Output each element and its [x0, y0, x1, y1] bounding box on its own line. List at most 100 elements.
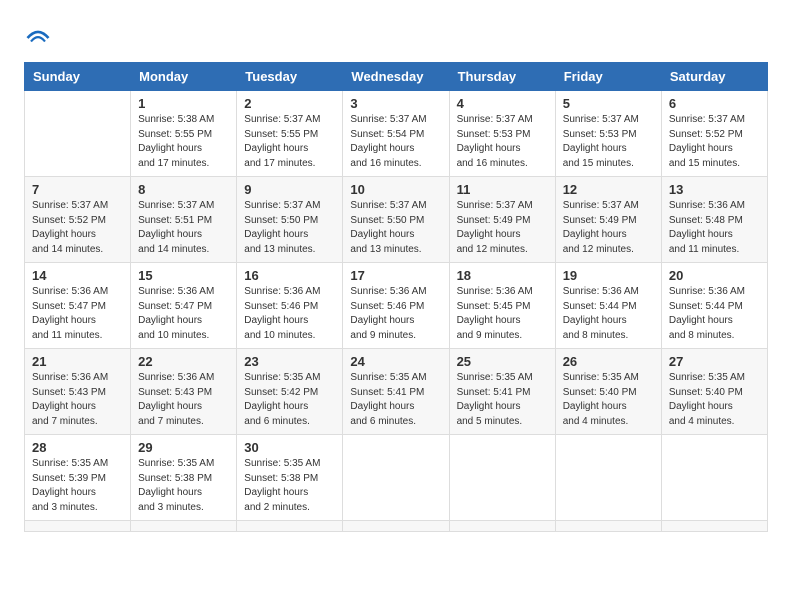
table-row: 19 Sunrise: 5:36 AM Sunset: 5:44 PM Dayl… — [555, 263, 661, 349]
table-row: 30 Sunrise: 5:35 AM Sunset: 5:38 PM Dayl… — [237, 435, 343, 521]
calendar-row: 7 Sunrise: 5:37 AM Sunset: 5:52 PM Dayli… — [25, 177, 768, 263]
table-row: 1 Sunrise: 5:38 AM Sunset: 5:55 PM Dayli… — [131, 91, 237, 177]
day-info: Sunrise: 5:35 AM Sunset: 5:42 PM Dayligh… — [244, 371, 335, 429]
day-info: Sunrise: 5:35 AM Sunset: 5:40 PM Dayligh… — [669, 371, 760, 429]
calendar-table: Sunday Monday Tuesday Wednesday Thursday… — [24, 62, 768, 532]
table-row: 17 Sunrise: 5:36 AM Sunset: 5:46 PM Dayl… — [343, 263, 449, 349]
table-row — [25, 91, 131, 177]
day-number: 13 — [669, 182, 760, 197]
header-sunday: Sunday — [25, 63, 131, 91]
day-number: 9 — [244, 182, 335, 197]
day-number: 12 — [563, 182, 654, 197]
day-number: 4 — [457, 96, 548, 111]
table-row — [661, 521, 767, 532]
day-number: 26 — [563, 354, 654, 369]
calendar-row: 28 Sunrise: 5:35 AM Sunset: 5:39 PM Dayl… — [25, 435, 768, 521]
day-info: Sunrise: 5:36 AM Sunset: 5:46 PM Dayligh… — [350, 285, 441, 343]
day-info: Sunrise: 5:37 AM Sunset: 5:53 PM Dayligh… — [457, 113, 548, 171]
table-row: 4 Sunrise: 5:37 AM Sunset: 5:53 PM Dayli… — [449, 91, 555, 177]
table-row — [25, 521, 131, 532]
day-number: 2 — [244, 96, 335, 111]
header-thursday: Thursday — [449, 63, 555, 91]
table-row: 9 Sunrise: 5:37 AM Sunset: 5:50 PM Dayli… — [237, 177, 343, 263]
day-info: Sunrise: 5:36 AM Sunset: 5:43 PM Dayligh… — [138, 371, 229, 429]
table-row: 14 Sunrise: 5:36 AM Sunset: 5:47 PM Dayl… — [25, 263, 131, 349]
day-number: 3 — [350, 96, 441, 111]
table-row: 24 Sunrise: 5:35 AM Sunset: 5:41 PM Dayl… — [343, 349, 449, 435]
table-row: 2 Sunrise: 5:37 AM Sunset: 5:55 PM Dayli… — [237, 91, 343, 177]
day-info: Sunrise: 5:36 AM Sunset: 5:47 PM Dayligh… — [138, 285, 229, 343]
day-number: 24 — [350, 354, 441, 369]
day-info: Sunrise: 5:36 AM Sunset: 5:44 PM Dayligh… — [563, 285, 654, 343]
day-info: Sunrise: 5:37 AM Sunset: 5:49 PM Dayligh… — [457, 199, 548, 257]
day-info: Sunrise: 5:36 AM Sunset: 5:43 PM Dayligh… — [32, 371, 123, 429]
day-number: 19 — [563, 268, 654, 283]
table-row: 28 Sunrise: 5:35 AM Sunset: 5:39 PM Dayl… — [25, 435, 131, 521]
day-number: 21 — [32, 354, 123, 369]
weekday-header-row: Sunday Monday Tuesday Wednesday Thursday… — [25, 63, 768, 91]
day-number: 11 — [457, 182, 548, 197]
table-row: 22 Sunrise: 5:36 AM Sunset: 5:43 PM Dayl… — [131, 349, 237, 435]
table-row: 29 Sunrise: 5:35 AM Sunset: 5:38 PM Dayl… — [131, 435, 237, 521]
day-number: 10 — [350, 182, 441, 197]
day-number: 22 — [138, 354, 229, 369]
day-number: 23 — [244, 354, 335, 369]
header-friday: Friday — [555, 63, 661, 91]
table-row — [555, 435, 661, 521]
day-info: Sunrise: 5:36 AM Sunset: 5:44 PM Dayligh… — [669, 285, 760, 343]
calendar-row: 21 Sunrise: 5:36 AM Sunset: 5:43 PM Dayl… — [25, 349, 768, 435]
calendar-row: 14 Sunrise: 5:36 AM Sunset: 5:47 PM Dayl… — [25, 263, 768, 349]
day-info: Sunrise: 5:37 AM Sunset: 5:51 PM Dayligh… — [138, 199, 229, 257]
day-info: Sunrise: 5:36 AM Sunset: 5:48 PM Dayligh… — [669, 199, 760, 257]
day-number: 5 — [563, 96, 654, 111]
day-info: Sunrise: 5:37 AM Sunset: 5:50 PM Dayligh… — [244, 199, 335, 257]
day-info: Sunrise: 5:37 AM Sunset: 5:50 PM Dayligh… — [350, 199, 441, 257]
header-monday: Monday — [131, 63, 237, 91]
table-row: 10 Sunrise: 5:37 AM Sunset: 5:50 PM Dayl… — [343, 177, 449, 263]
header — [24, 20, 768, 52]
table-row: 26 Sunrise: 5:35 AM Sunset: 5:40 PM Dayl… — [555, 349, 661, 435]
table-row: 6 Sunrise: 5:37 AM Sunset: 5:52 PM Dayli… — [661, 91, 767, 177]
logo-icon — [24, 24, 52, 52]
day-info: Sunrise: 5:37 AM Sunset: 5:52 PM Dayligh… — [32, 199, 123, 257]
table-row: 7 Sunrise: 5:37 AM Sunset: 5:52 PM Dayli… — [25, 177, 131, 263]
table-row — [449, 435, 555, 521]
table-row: 15 Sunrise: 5:36 AM Sunset: 5:47 PM Dayl… — [131, 263, 237, 349]
table-row: 23 Sunrise: 5:35 AM Sunset: 5:42 PM Dayl… — [237, 349, 343, 435]
header-saturday: Saturday — [661, 63, 767, 91]
day-info: Sunrise: 5:37 AM Sunset: 5:53 PM Dayligh… — [563, 113, 654, 171]
day-number: 1 — [138, 96, 229, 111]
day-number: 15 — [138, 268, 229, 283]
header-tuesday: Tuesday — [237, 63, 343, 91]
day-number: 16 — [244, 268, 335, 283]
table-row: 5 Sunrise: 5:37 AM Sunset: 5:53 PM Dayli… — [555, 91, 661, 177]
day-info: Sunrise: 5:35 AM Sunset: 5:39 PM Dayligh… — [32, 457, 123, 515]
day-number: 20 — [669, 268, 760, 283]
logo — [24, 24, 56, 52]
day-info: Sunrise: 5:35 AM Sunset: 5:38 PM Dayligh… — [138, 457, 229, 515]
table-row: 20 Sunrise: 5:36 AM Sunset: 5:44 PM Dayl… — [661, 263, 767, 349]
day-info: Sunrise: 5:37 AM Sunset: 5:55 PM Dayligh… — [244, 113, 335, 171]
day-number: 30 — [244, 440, 335, 455]
day-info: Sunrise: 5:35 AM Sunset: 5:40 PM Dayligh… — [563, 371, 654, 429]
calendar-row — [25, 521, 768, 532]
day-info: Sunrise: 5:36 AM Sunset: 5:46 PM Dayligh… — [244, 285, 335, 343]
day-info: Sunrise: 5:35 AM Sunset: 5:41 PM Dayligh… — [350, 371, 441, 429]
table-row: 25 Sunrise: 5:35 AM Sunset: 5:41 PM Dayl… — [449, 349, 555, 435]
day-number: 6 — [669, 96, 760, 111]
table-row: 16 Sunrise: 5:36 AM Sunset: 5:46 PM Dayl… — [237, 263, 343, 349]
day-info: Sunrise: 5:36 AM Sunset: 5:45 PM Dayligh… — [457, 285, 548, 343]
table-row — [237, 521, 343, 532]
day-info: Sunrise: 5:37 AM Sunset: 5:49 PM Dayligh… — [563, 199, 654, 257]
day-number: 8 — [138, 182, 229, 197]
day-number: 14 — [32, 268, 123, 283]
table-row: 12 Sunrise: 5:37 AM Sunset: 5:49 PM Dayl… — [555, 177, 661, 263]
day-number: 18 — [457, 268, 548, 283]
day-number: 25 — [457, 354, 548, 369]
day-info: Sunrise: 5:38 AM Sunset: 5:55 PM Dayligh… — [138, 113, 229, 171]
table-row: 18 Sunrise: 5:36 AM Sunset: 5:45 PM Dayl… — [449, 263, 555, 349]
day-number: 29 — [138, 440, 229, 455]
table-row — [661, 435, 767, 521]
table-row — [555, 521, 661, 532]
day-number: 17 — [350, 268, 441, 283]
